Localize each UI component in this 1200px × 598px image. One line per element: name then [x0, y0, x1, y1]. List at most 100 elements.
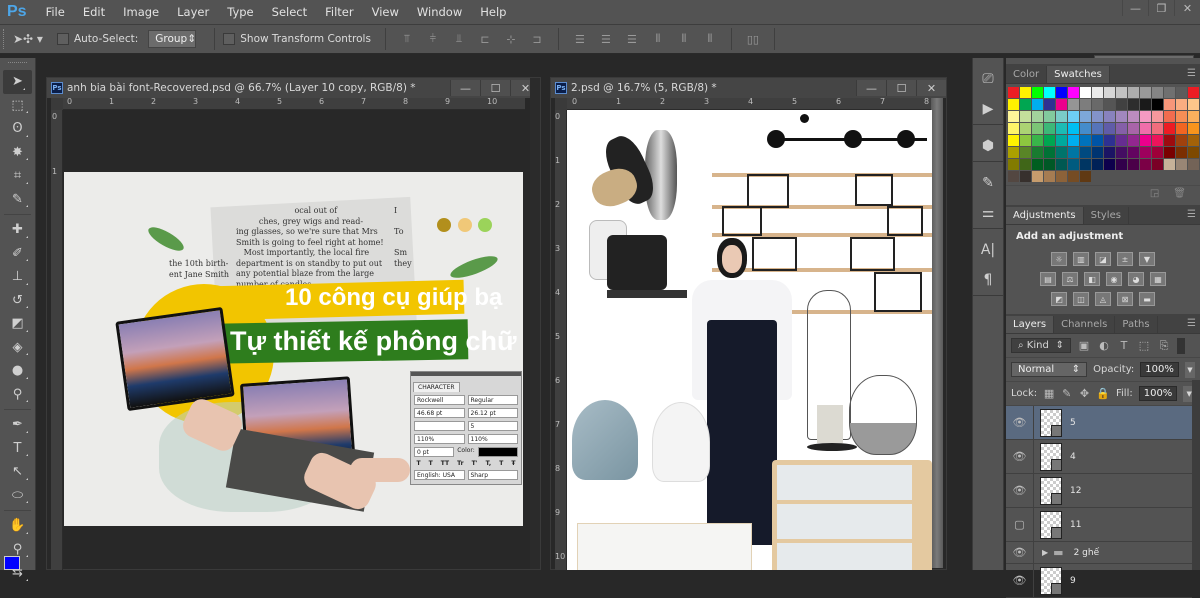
opacity-input[interactable]: 100% — [1140, 362, 1179, 377]
tool-presets-panel-icon[interactable]: ⚌ — [973, 198, 1003, 228]
color-swatch[interactable] — [1188, 87, 1199, 98]
color-swatch[interactable] — [1128, 99, 1139, 110]
layer-row[interactable]: 👁 4 — [1006, 440, 1192, 474]
opacity-slider-button[interactable]: ▼ — [1184, 361, 1195, 378]
distribute-vcenter-icon[interactable]: ☰ — [597, 32, 615, 46]
color-swatch[interactable] — [1008, 135, 1019, 146]
doc-maximize-button[interactable]: ☐ — [480, 80, 510, 96]
color-swatch[interactable] — [1068, 171, 1079, 182]
align-top-edges-icon[interactable]: ⫪ — [398, 32, 416, 46]
color-swatch[interactable] — [1020, 111, 1031, 122]
color-swatch[interactable] — [1152, 159, 1163, 170]
color-swatch[interactable] — [1104, 87, 1115, 98]
color-swatch[interactable] — [1044, 123, 1055, 134]
clone-stamp-tool-icon[interactable]: ⊥ — [0, 265, 35, 289]
color-swatch[interactable] — [1044, 159, 1055, 170]
actions-panel-icon[interactable]: ▶ — [973, 94, 1003, 124]
move-tool-icon[interactable]: ➤ — [3, 70, 32, 94]
color-swatch[interactable] — [1104, 159, 1115, 170]
color-swatch[interactable] — [1044, 171, 1055, 182]
blur-tool-icon[interactable]: ● — [0, 359, 35, 383]
distribute-bottom-icon[interactable]: ☰ — [623, 32, 641, 46]
color-swatch[interactable] — [1164, 135, 1175, 146]
color-swatch[interactable] — [1056, 87, 1067, 98]
color-swatch[interactable] — [1176, 135, 1187, 146]
magic-wand-tool-icon[interactable]: ✸ — [0, 141, 35, 165]
tab-styles[interactable]: Styles — [1084, 207, 1129, 224]
color-swatch[interactable] — [1092, 111, 1103, 122]
color-swatch[interactable] — [1020, 171, 1031, 182]
menu-layer[interactable]: Layer — [168, 5, 218, 19]
panel-menu-icon[interactable]: ☰ — [1187, 68, 1196, 79]
tab-channels[interactable]: Channels — [1054, 316, 1116, 333]
distribute-right-icon[interactable]: ⦀ — [701, 32, 719, 46]
color-swatch[interactable] — [1128, 147, 1139, 158]
foreground-color-swatch[interactable] — [4, 556, 20, 570]
lock-all-icon[interactable]: 🔒 — [1096, 387, 1110, 400]
menu-edit[interactable]: Edit — [74, 5, 114, 19]
type-layer-filter-icon[interactable]: T — [1117, 339, 1131, 352]
lock-transparent-pixels-icon[interactable]: ▦ — [1043, 387, 1055, 400]
color-swatch[interactable] — [1116, 135, 1127, 146]
color-swatch[interactable] — [1116, 99, 1127, 110]
color-swatch[interactable] — [1056, 171, 1067, 182]
brush-tool-icon[interactable]: ✐ — [0, 242, 35, 266]
color-swatch[interactable] — [1032, 147, 1043, 158]
3d-panel-icon[interactable]: ⬢ — [973, 131, 1003, 161]
color-swatch[interactable] — [1008, 159, 1019, 170]
color-swatch[interactable] — [1140, 147, 1151, 158]
color-swatch[interactable] — [1140, 111, 1151, 122]
layer-row[interactable]: 👁 12 — [1006, 474, 1192, 508]
color-swatch[interactable] — [1092, 147, 1103, 158]
hue-saturation-icon[interactable]: ▤ — [1040, 272, 1056, 286]
color-swatch[interactable] — [1068, 147, 1079, 158]
color-swatch[interactable] — [1056, 123, 1067, 134]
color-swatch[interactable] — [1032, 135, 1043, 146]
document-title-bar[interactable]: Ps anh bia bài font-Recovered.psd @ 66.7… — [47, 78, 540, 98]
color-swatch[interactable] — [1128, 87, 1139, 98]
color-swatch[interactable] — [1068, 99, 1079, 110]
color-swatch[interactable] — [1152, 111, 1163, 122]
crop-tool-icon[interactable]: ⌗ — [0, 164, 35, 188]
distribute-top-icon[interactable]: ☰ — [571, 32, 589, 46]
color-swatch[interactable] — [1176, 147, 1187, 158]
filter-toggle-switch[interactable] — [1177, 337, 1185, 354]
color-swatch[interactable] — [1104, 135, 1115, 146]
color-swatch[interactable] — [1032, 87, 1043, 98]
color-swatch[interactable] — [1152, 99, 1163, 110]
color-swatch[interactable] — [1188, 99, 1199, 110]
color-swatch[interactable] — [1068, 111, 1079, 122]
path-selection-tool-icon[interactable]: ↖ — [0, 460, 35, 484]
color-swatch[interactable] — [1188, 111, 1199, 122]
eraser-tool-icon[interactable]: ◩ — [0, 312, 35, 336]
panel-menu-icon[interactable]: ☰ — [1187, 209, 1196, 220]
delete-swatch-icon[interactable]: 🗑 — [1173, 188, 1186, 199]
color-swatch[interactable] — [1116, 111, 1127, 122]
color-swatch[interactable] — [1152, 147, 1163, 158]
color-swatch[interactable] — [1080, 135, 1091, 146]
menu-help[interactable]: Help — [471, 5, 515, 19]
color-swatch[interactable] — [1056, 147, 1067, 158]
color-swatch[interactable] — [1140, 123, 1151, 134]
eyedropper-tool-icon[interactable]: ✎ — [0, 188, 35, 212]
pixel-layer-filter-icon[interactable]: ▣ — [1077, 339, 1091, 352]
marquee-tool-icon[interactable]: ⬚ — [0, 94, 35, 118]
color-swatch[interactable] — [1116, 159, 1127, 170]
color-swatch[interactable] — [1176, 123, 1187, 134]
color-swatch[interactable] — [1116, 87, 1127, 98]
vertical-scrollbar-2[interactable] — [931, 98, 943, 568]
tab-layers[interactable]: Layers — [1006, 316, 1055, 333]
distribute-hcenter-icon[interactable]: ⦀ — [675, 32, 693, 46]
color-swatch[interactable] — [1164, 123, 1175, 134]
selective-color-icon[interactable]: ⊠ — [1117, 292, 1133, 306]
menu-file[interactable]: File — [37, 5, 74, 19]
smart-object-filter-icon[interactable]: ⎘ — [1157, 339, 1171, 353]
color-swatch[interactable] — [1020, 135, 1031, 146]
canvas-doc2[interactable] — [567, 110, 932, 570]
tab-paths[interactable]: Paths — [1115, 316, 1158, 333]
distribute-left-icon[interactable]: ⦀ — [649, 32, 667, 46]
color-swatch[interactable] — [1044, 147, 1055, 158]
photo-filter-icon[interactable]: ◉ — [1106, 272, 1122, 286]
color-swatch[interactable] — [1044, 99, 1055, 110]
color-swatch[interactable] — [1044, 87, 1055, 98]
